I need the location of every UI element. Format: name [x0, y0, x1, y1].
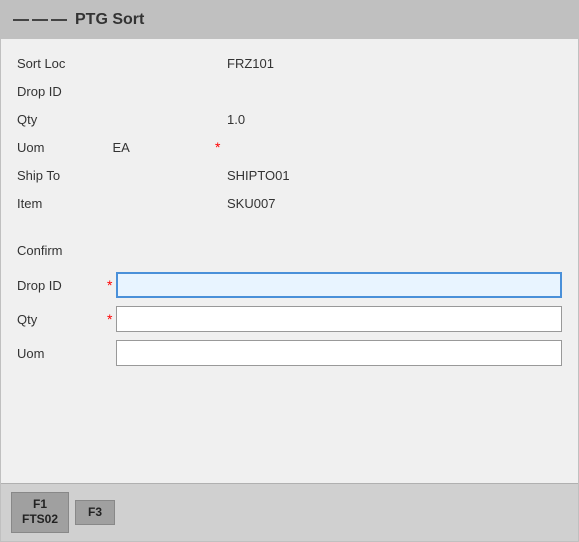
qty-row: Qty 1.0 [17, 105, 562, 133]
confirm-drop-id-input-wrapper: * [107, 272, 562, 298]
main-content: Sort Loc FRZ101 Drop ID Qty 1.0 Uom * EA… [1, 39, 578, 483]
confirm-qty-input[interactable] [116, 306, 562, 332]
footer: F1FTS02 F3 [1, 483, 578, 541]
confirm-qty-row: Qty * [17, 302, 562, 336]
confirm-uom-label: Uom [17, 346, 107, 361]
menu-icon [13, 17, 67, 23]
sort-loc-row: Sort Loc FRZ101 [17, 49, 562, 77]
confirm-drop-id-input[interactable] [116, 272, 562, 298]
f3-button[interactable]: F3 [75, 500, 115, 526]
uom-row: Uom * EA [17, 133, 562, 161]
f1-fts02-button[interactable]: F1FTS02 [11, 492, 69, 533]
confirm-drop-id-row: Drop ID * [17, 268, 562, 302]
uom-value: EA [106, 140, 129, 155]
sort-loc-label: Sort Loc [17, 56, 107, 71]
qty-value: 1.0 [107, 112, 245, 127]
confirm-uom-star-placeholder: * [107, 345, 112, 361]
confirm-row: Confirm [17, 233, 562, 268]
item-label: Item [17, 196, 107, 211]
confirm-uom-input-wrapper: * [107, 340, 562, 366]
sort-loc-value: FRZ101 [107, 56, 274, 71]
ship-to-row: Ship To SHIPTO01 [17, 161, 562, 189]
confirm-uom-input[interactable] [116, 340, 562, 366]
item-value: SKU007 [107, 196, 275, 211]
confirm-qty-input-wrapper: * [107, 306, 562, 332]
uom-label: Uom [17, 140, 107, 155]
confirm-qty-label: Qty [17, 312, 107, 327]
uom-required-star: * [215, 139, 220, 155]
confirm-uom-row: Uom * [17, 336, 562, 370]
window-title: PTG Sort [75, 11, 144, 29]
section-spacer [17, 217, 562, 233]
ship-to-value: SHIPTO01 [107, 168, 290, 183]
confirm-drop-id-required-star: * [107, 277, 112, 293]
drop-id-row: Drop ID [17, 77, 562, 105]
title-bar: PTG Sort [1, 1, 578, 39]
drop-id-label: Drop ID [17, 84, 107, 99]
qty-label: Qty [17, 112, 107, 127]
confirm-label: Confirm [17, 238, 63, 263]
confirm-qty-required-star: * [107, 311, 112, 327]
ship-to-label: Ship To [17, 168, 107, 183]
confirm-drop-id-label: Drop ID [17, 278, 107, 293]
item-row: Item SKU007 [17, 189, 562, 217]
ptg-sort-window: PTG Sort Sort Loc FRZ101 Drop ID Qty 1.0… [0, 0, 579, 542]
